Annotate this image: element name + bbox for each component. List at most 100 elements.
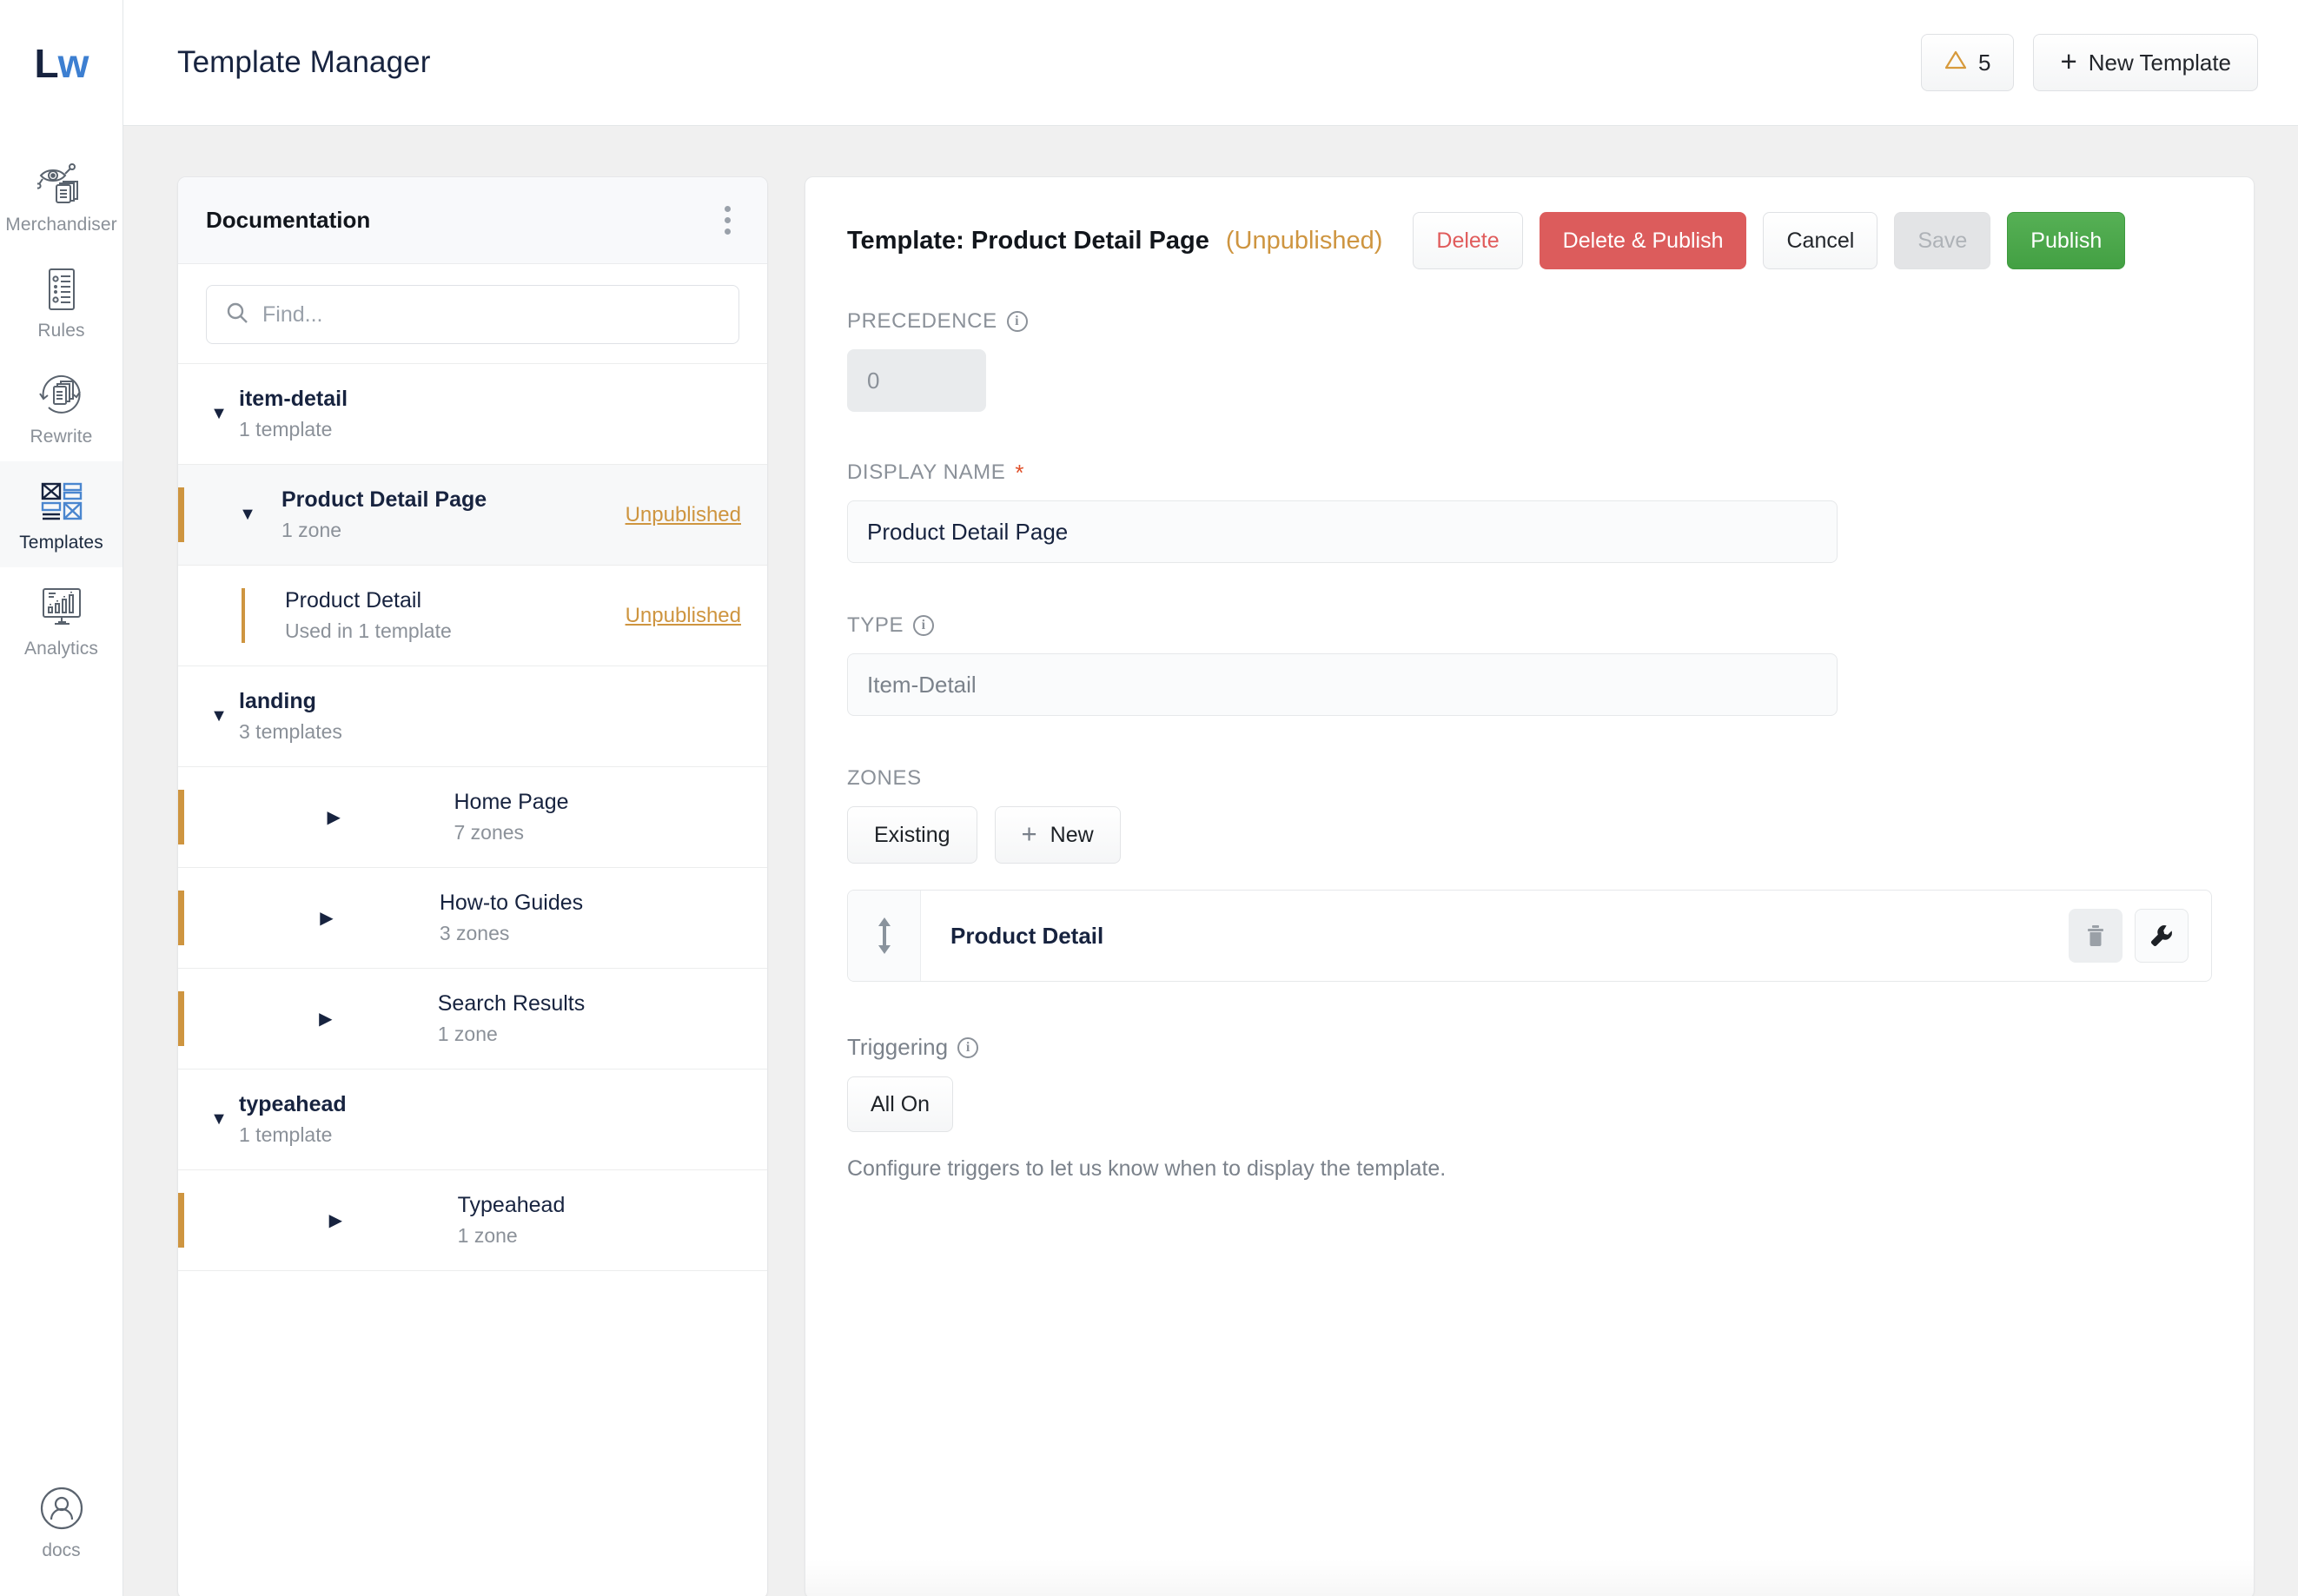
trash-icon[interactable] [2069, 909, 2123, 963]
chevron-down-icon[interactable]: ▼ [233, 505, 262, 525]
sidebar-item-templates[interactable]: Templates [0, 461, 123, 567]
delete-and-publish-button[interactable]: Delete & Publish [1539, 212, 1747, 269]
warning-triangle-icon [1944, 50, 1967, 76]
tree-group-count: 1 template [239, 418, 333, 440]
tree-item-home-page[interactable]: ▶ Home Page 7 zones [178, 766, 767, 867]
tree-list-end-divider [178, 1270, 767, 1271]
chevron-down-icon[interactable]: ▼ [204, 404, 234, 424]
sidebar-item-label: docs [42, 1540, 81, 1560]
type-field: TYPE i Item-Detail [847, 613, 2212, 716]
info-icon[interactable]: i [913, 615, 935, 636]
app-root: Lw Merchandiser Rules Rewrite Templates … [0, 0, 2298, 1596]
tree-item-name: Search Results [437, 991, 586, 1016]
save-button[interactable]: Save [1894, 212, 1991, 269]
tree-item-sub: 7 zones [454, 821, 525, 844]
existing-zone-label: Existing [874, 822, 950, 847]
tree-item-texts: Typeahead 1 zone [458, 1193, 741, 1248]
status-badge[interactable]: Unpublished [626, 604, 741, 628]
sidebar-item-label: Analytics [24, 639, 98, 659]
wrench-icon[interactable] [2135, 909, 2189, 963]
precedence-field: PRECEDENCE i 0 [847, 309, 2212, 412]
type-label-row: TYPE i [847, 613, 2212, 638]
tree-item-texts: Search Results 1 zone [438, 991, 741, 1046]
tree-item-search-results[interactable]: ▶ Search Results 1 zone [178, 968, 767, 1069]
tree-item-typeahead[interactable]: ▶ Typeahead 1 zone [178, 1169, 767, 1270]
sidebar-item-label: Rewrite [30, 427, 93, 447]
detail-header: Template: Product Detail Page (Unpublish… [847, 212, 2212, 269]
rules-icon [37, 267, 86, 312]
status-badge[interactable]: Unpublished [626, 503, 741, 527]
tree-item-sub: 1 zone [457, 1224, 518, 1247]
drag-vertical-icon[interactable] [848, 891, 921, 981]
sidebar-item-analytics[interactable]: Analytics [0, 567, 123, 673]
triggering-label: Triggering [847, 1034, 949, 1060]
main-region: Template Manager 5 + New Template Docume… [123, 0, 2298, 1596]
templates-icon [37, 479, 86, 524]
search-input[interactable] [262, 301, 719, 328]
sidebar-item-label: Templates [19, 533, 103, 553]
tree-group-item-detail[interactable]: ▼ item-detail 1 template [178, 363, 767, 464]
chevron-right-icon[interactable]: ▶ [233, 1008, 419, 1030]
type-input[interactable]: Item-Detail [847, 653, 1838, 716]
tree-group-texts: item-detail 1 template [239, 387, 348, 441]
chevron-right-icon[interactable]: ▶ [233, 1209, 439, 1231]
display-name-input[interactable]: Product Detail Page [847, 500, 1838, 563]
sidebar-item-label: Rules [37, 321, 85, 341]
precedence-input[interactable]: 0 [847, 349, 986, 412]
info-icon[interactable]: i [1006, 311, 1028, 332]
chevron-right-icon[interactable]: ▶ [233, 806, 434, 828]
alerts-button[interactable]: 5 [1920, 34, 2015, 91]
selection-accent-bar [178, 991, 184, 1046]
existing-zone-button[interactable]: Existing [847, 806, 977, 864]
tree-item-sub: 3 zones [439, 922, 510, 944]
type-value: Item-Detail [867, 671, 977, 698]
display-name-value: Product Detail Page [867, 518, 1069, 545]
all-on-button[interactable]: All On [847, 1076, 954, 1132]
tree-group-texts: landing 3 templates [239, 689, 342, 744]
merchandiser-icon [34, 161, 86, 206]
precedence-label: PRECEDENCE [847, 309, 997, 333]
top-bar: Template Manager 5 + New Template [123, 0, 2298, 126]
page-title: Template Manager [177, 45, 431, 79]
topbar-actions: 5 + New Template [1920, 34, 2258, 91]
sidebar-item-rules[interactable]: Rules [0, 249, 123, 355]
new-template-button[interactable]: + New Template [2033, 34, 2258, 91]
display-name-field: DISPLAY NAME * Product Detail Page [847, 460, 2212, 563]
chevron-right-icon[interactable]: ▶ [233, 907, 421, 929]
tree-item-name: Home Page [454, 790, 569, 814]
tree-panel-header: Documentation [178, 177, 767, 264]
tree-group-count: 3 templates [239, 720, 342, 743]
template-tree-panel: Documentation Find... ▼ item-detail 1 te… [177, 176, 768, 1596]
new-zone-button[interactable]: + New [994, 806, 1121, 864]
zones-buttons: Existing + New [847, 806, 2212, 864]
more-vertical-icon[interactable] [714, 199, 741, 242]
tree-group-landing[interactable]: ▼ landing 3 templates [178, 666, 767, 766]
cancel-button[interactable]: Cancel [1763, 212, 1878, 269]
search-box[interactable] [206, 285, 739, 344]
selection-accent-bar [178, 588, 184, 643]
tree-item-product-detail[interactable]: Product Detail Used in 1 template Unpubl… [178, 565, 767, 666]
selection-accent-bar [178, 1193, 184, 1248]
chevron-down-icon[interactable]: ▼ [204, 1109, 234, 1129]
app-logo[interactable]: Lw [0, 0, 123, 126]
new-zone-label: New [1050, 822, 1094, 847]
tree-item-product-detail-page[interactable]: ▼ Product Detail Page 1 zone Unpublished [178, 464, 767, 565]
sidebar-item-rewrite[interactable]: Rewrite [0, 355, 123, 461]
chevron-down-icon[interactable]: ▼ [204, 706, 234, 726]
sidebar-item-merchandiser[interactable]: Merchandiser [0, 143, 123, 249]
tree-list: ▼ item-detail 1 template ▼ Product Detai… [178, 363, 767, 1596]
tree-item-texts: Product Detail Used in 1 template [285, 588, 626, 643]
logo-letter-w: w [57, 40, 89, 86]
zone-row[interactable]: Product Detail [847, 890, 2212, 982]
publish-button[interactable]: Publish [2007, 212, 2126, 269]
tree-group-typeahead[interactable]: ▼ typeahead 1 template [178, 1069, 767, 1169]
sidebar-item-docs[interactable]: docs [0, 1484, 123, 1596]
triggering-section: Triggering i All On Configure triggers t… [847, 1034, 2212, 1182]
info-icon[interactable]: i [957, 1036, 979, 1058]
alert-count: 5 [1977, 49, 1991, 76]
search-icon [226, 301, 248, 328]
tree-connector-line [242, 588, 245, 643]
tree-item-how-to-guides[interactable]: ▶ How-to Guides 3 zones [178, 867, 767, 968]
delete-button[interactable]: Delete [1413, 212, 1523, 269]
required-asterisk: * [1015, 460, 1025, 486]
